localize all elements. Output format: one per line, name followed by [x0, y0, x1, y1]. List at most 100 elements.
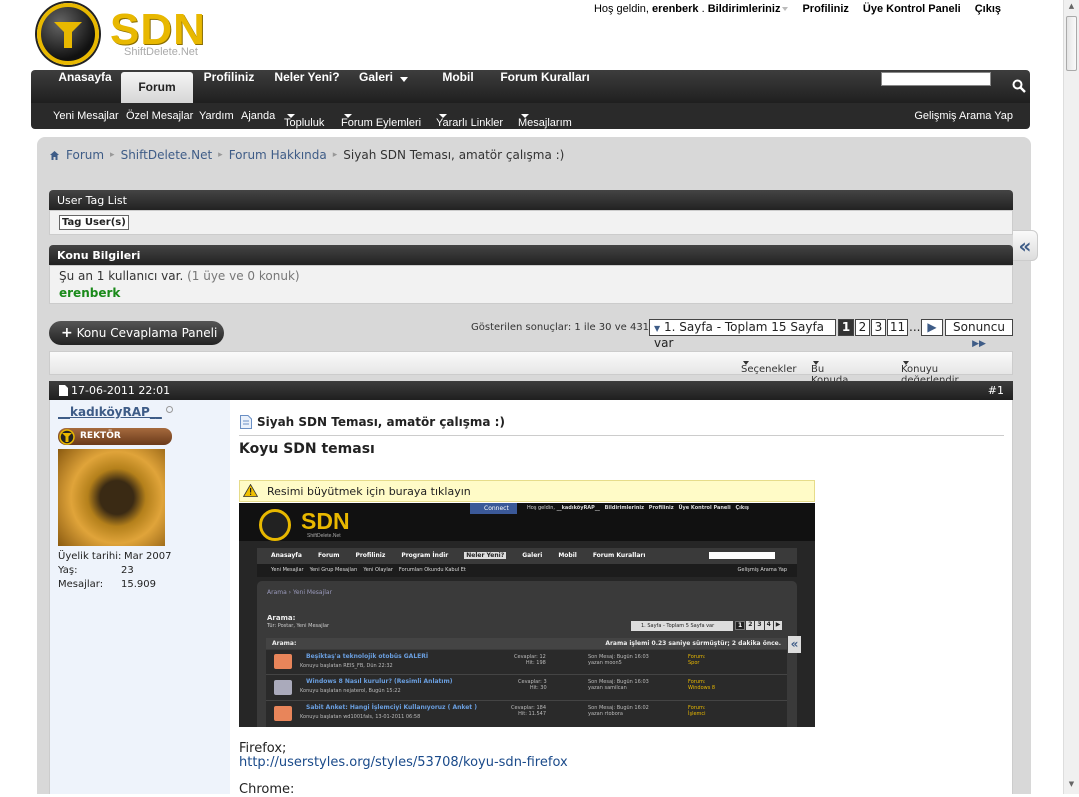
sub-navbar: Yeni Mesajlar Özel Mesajlar Yardım Ajand… [31, 103, 1030, 129]
shot-row: Beşiktaş'a teknolojik otobüs GALERİ Konu… [266, 650, 787, 675]
fb-connect-button: Connect [470, 503, 517, 514]
subnav-forum-eylemleri[interactable]: Forum Eylemleri [341, 110, 421, 129]
notifications-link[interactable]: Bildirimleriniz [708, 3, 781, 15]
subnav-mesajlarim[interactable]: Mesajlarım [518, 110, 572, 129]
shot-adv: Gelişmiş Arama Yap [737, 567, 787, 573]
subnav-yardim[interactable]: Yardım [199, 110, 234, 122]
logout-link[interactable]: Çıkış [975, 3, 1001, 15]
page-ellipsis: ... [909, 320, 921, 334]
breadcrumb-current: Siyah SDN Teması, amatör çalışma :) [343, 148, 565, 162]
tab-profiliniz[interactable]: Profiliniz [197, 70, 261, 103]
tag-list-header: User Tag List [49, 190, 1013, 210]
warning-icon [243, 484, 258, 497]
ucp-link[interactable]: Üye Kontrol Paneli [863, 3, 961, 15]
dark-theme-screenshot[interactable]: Connect Hoş geldin, __kadıköyRAP__ Bildi… [239, 503, 815, 727]
chrome-label: Chrome: [239, 782, 295, 797]
shot-collapse-icon: « [788, 636, 801, 653]
thread-toolbar: Seçenekler Bu Konuda Ara Konuyu değerlen… [49, 351, 1013, 397]
shot-crumbs: Arama › Yeni Mesajlar [267, 589, 333, 596]
user-joined: Üyelik tarihi: Mar 2007 [58, 551, 172, 562]
breadcrumb-separator: ▸ [218, 150, 223, 160]
subnav-topluluk[interactable]: Topluluk [284, 110, 324, 129]
scroll-thumb[interactable] [1066, 16, 1077, 71]
envelope-icon [274, 680, 292, 695]
reply-panel-button[interactable]: + Konu Cevaplama Paneli [49, 321, 224, 345]
post-date: 17-06-2011 22:01 [71, 384, 171, 397]
document-icon [240, 415, 252, 429]
post-author-link[interactable]: __kadıköyRAP__ [58, 405, 162, 419]
home-icon[interactable] [49, 150, 60, 161]
subnav-ajanda[interactable]: Ajanda [241, 110, 275, 122]
post-number-link[interactable]: #1 [988, 384, 1004, 397]
chevron-down-icon[interactable] [400, 77, 408, 82]
logo-subtitle: ShiftDelete.Net [124, 46, 198, 58]
tab-mobil[interactable]: Mobil [431, 70, 485, 103]
shot-results-bar: Arama: Arama işlemi 0.23 saniye sürmüştür… [266, 638, 787, 649]
user-age: Yaş: 23 [58, 565, 134, 576]
plus-icon: + [61, 325, 73, 341]
breadcrumb: Forum ▸ ShiftDelete.Net ▸ Forum Hakkında… [49, 148, 564, 162]
tab-galeri[interactable]: Galeri [351, 70, 401, 103]
page-2[interactable]: 2 [855, 319, 870, 336]
online-user-link[interactable]: erenberk [59, 286, 120, 300]
chevron-down-icon: ▼ [654, 324, 661, 333]
breadcrumb-separator: ▸ [110, 150, 115, 160]
username-link[interactable]: erenberk [652, 3, 698, 15]
tab-anasayfa[interactable]: Anasayfa [51, 70, 119, 103]
breadcrumb-separator: ▸ [332, 150, 338, 160]
rate-thread-menu[interactable]: Konuyu değerlendir [901, 358, 959, 386]
profile-link[interactable]: Profiliniz [802, 3, 848, 15]
divider [239, 435, 1004, 436]
page-jump-dropdown[interactable]: ▼ 1. Sayfa - Toplam 15 Sayfa var [649, 319, 836, 350]
collapse-sidebar-button[interactable]: « [1013, 230, 1038, 261]
last-page-button[interactable]: Sonuncu ▶▶ [945, 319, 1013, 349]
shot-logo-text: SDN [301, 508, 350, 534]
post-header: 17-06-2011 22:01 #1 [49, 381, 1013, 400]
shot-row: Windows 8 Nasıl kurulur? (Resimli Anlatı… [266, 675, 787, 701]
scroll-up-arrow[interactable]: ▲ [1066, 2, 1077, 13]
tab-forum-kurallari[interactable]: Forum Kuralları [497, 70, 593, 103]
shot-logo-sub: ShiftDelete.Net [307, 533, 341, 539]
page-1[interactable]: 1 [838, 319, 854, 336]
search-thread-menu[interactable]: Bu Konuda Ara [811, 358, 848, 397]
tab-neler-yeni[interactable]: Neler Yeni? [267, 70, 347, 103]
shot-toplinks: Hoş geldin, __kadıköyRAP__ Bildirimlerin… [527, 505, 749, 511]
shot-subnav: Yeni Mesajlar Yeni Grup Mesajları Yeni Ola… [271, 567, 466, 573]
breadcrumb-forum-hakkinda[interactable]: Forum Hakkında [229, 148, 327, 162]
shot-pager: 1. Sayfa - Toplam 5 Sayfa var [631, 621, 733, 631]
resize-notice[interactable]: Resimi büyütmek için buraya tıklayın [239, 480, 815, 502]
subnav-ozel-mesajlar[interactable]: Özel Mesajlar [126, 110, 193, 122]
firefox-label: Firefox; [239, 741, 287, 756]
shot-pages: 1 2 3 4 ▶ [735, 621, 783, 630]
sdn-rank-icon [59, 429, 75, 445]
user-posts: Mesajlar: 15.909 [58, 579, 156, 590]
results-text: Gösterilen sonuçlar: 1 ile 30 ve 431 [471, 322, 650, 333]
shot-rows: Beşiktaş'a teknolojik otobüs GALERİ Konu… [266, 650, 787, 726]
tag-users-button[interactable]: Tag User(s) [59, 215, 129, 230]
next-page-button[interactable]: ▶ [921, 319, 943, 336]
top-links: Hoş geldin, erenberk . Bildirimleriniz P… [593, 3, 1001, 15]
advanced-search-link[interactable]: Gelişmiş Arama Yap [914, 110, 1013, 122]
page-11[interactable]: 11 [887, 319, 908, 336]
logo-y-icon [54, 22, 82, 48]
scroll-down-arrow[interactable]: ▼ [1066, 780, 1077, 791]
search-icon[interactable] [1012, 79, 1026, 93]
firefox-link[interactable]: http://userstyles.org/styles/53708/koyu-… [239, 755, 568, 770]
envelope-icon [274, 654, 292, 669]
subnav-yeni-mesajlar[interactable]: Yeni Mesajlar [53, 110, 119, 122]
page-3[interactable]: 3 [871, 319, 886, 336]
offline-status-icon [166, 406, 173, 413]
nav-search-input[interactable] [881, 72, 991, 86]
main-navbar: Anasayfa Forum Profiliniz Neler Yeni? Ga… [31, 70, 1030, 105]
breadcrumb-shiftdelete[interactable]: ShiftDelete.Net [121, 148, 213, 162]
subnav-yararli-linkler[interactable]: Yararlı Linkler [436, 110, 503, 129]
avatar[interactable] [58, 449, 165, 546]
chevron-down-icon[interactable] [782, 7, 789, 12]
page-scrollbar[interactable]: ▲ ▼ [1063, 0, 1079, 794]
envelope-icon [274, 706, 292, 721]
post-title: Siyah SDN Teması, amatör çalışma :) [257, 415, 505, 429]
breadcrumb-forum[interactable]: Forum [66, 148, 104, 162]
options-menu[interactable]: Seçenekler [741, 358, 796, 375]
rank-badge: REKTÖR [58, 428, 172, 445]
tab-forum[interactable]: Forum [121, 72, 193, 105]
